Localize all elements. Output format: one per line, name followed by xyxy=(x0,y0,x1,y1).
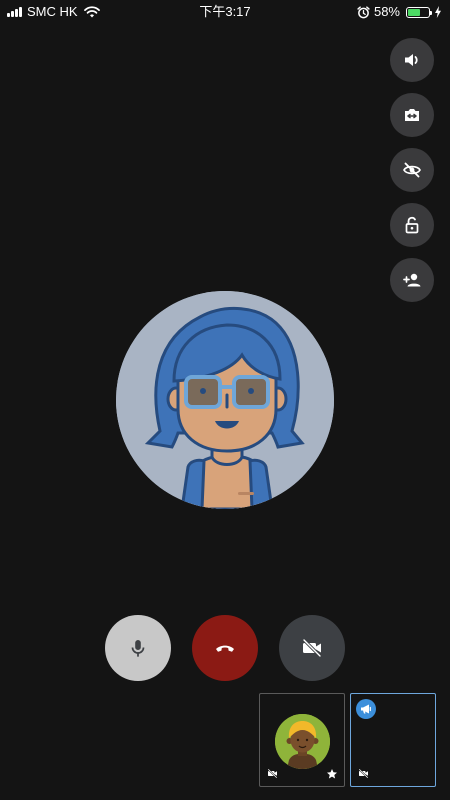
video-call-screen: SMC HK 下午3:17 58% xyxy=(0,0,450,800)
status-bar: SMC HK 下午3:17 58% xyxy=(0,0,450,24)
switch-camera-icon xyxy=(405,109,419,121)
speaker-volume-icon xyxy=(405,54,418,66)
local-participant-tile[interactable] xyxy=(259,693,345,787)
lock-button[interactable] xyxy=(390,203,434,247)
status-right: 58% xyxy=(357,0,442,24)
microphone-icon xyxy=(131,640,145,657)
remote-participant-tile[interactable] xyxy=(350,693,436,787)
toggle-video-button[interactable] xyxy=(279,615,345,681)
unlock-icon xyxy=(405,216,419,234)
end-call-button[interactable] xyxy=(192,615,258,681)
star-icon xyxy=(327,769,337,779)
speaker-button[interactable] xyxy=(390,38,434,82)
end-call-icon xyxy=(216,645,234,652)
avatar-man-yellow-hair xyxy=(275,714,330,769)
battery-icon xyxy=(406,6,432,18)
switch-camera-button[interactable] xyxy=(390,93,434,137)
local-participant-avatar xyxy=(275,714,330,769)
charging-bolt-icon xyxy=(435,6,441,18)
hide-view-button[interactable] xyxy=(390,148,434,192)
video-off-icon xyxy=(358,768,369,779)
call-controls xyxy=(105,615,345,681)
alarm-icon xyxy=(357,5,370,18)
side-controls xyxy=(390,38,434,302)
dominant-speaker-indicator xyxy=(356,699,376,719)
mute-microphone-button[interactable] xyxy=(105,615,171,681)
add-person-icon xyxy=(403,273,421,287)
main-participant-avatar xyxy=(116,291,334,509)
battery-level xyxy=(408,8,420,16)
video-off-icon xyxy=(302,638,322,658)
add-participant-button[interactable] xyxy=(390,258,434,302)
megaphone-icon xyxy=(361,704,371,714)
eye-off-icon xyxy=(403,162,421,178)
battery-percent: 58% xyxy=(373,4,400,19)
video-off-icon xyxy=(267,768,278,779)
avatar-woman-blue-hair-glasses xyxy=(116,291,334,509)
